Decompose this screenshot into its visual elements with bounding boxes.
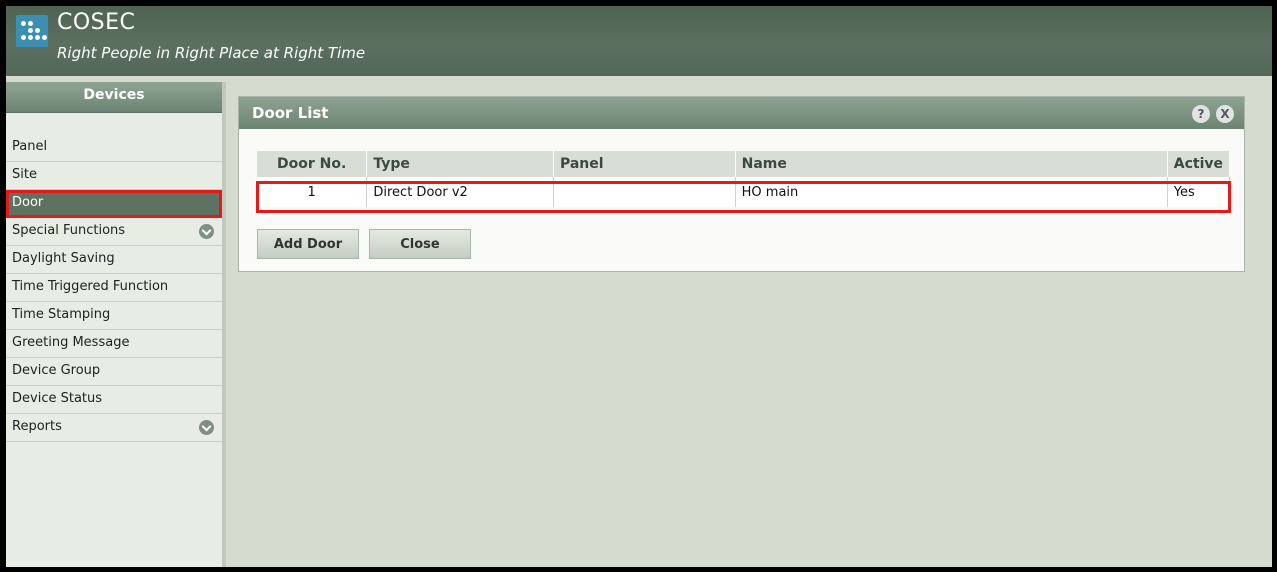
close-button[interactable]: Close <box>369 229 471 259</box>
table-header-row: Door No. Type Panel Name Active <box>257 151 1231 177</box>
sidebar-item-door[interactable]: Door <box>6 190 222 218</box>
sidebar-item-label: Greeting Message <box>12 335 130 350</box>
sidebar-item-label: Special Functions <box>12 223 126 238</box>
chevron-down-icon[interactable] <box>199 224 214 239</box>
add-door-button[interactable]: Add Door <box>257 229 359 259</box>
help-icon[interactable]: ? <box>1192 105 1210 123</box>
column-header-panel[interactable]: Panel <box>553 151 736 177</box>
sidebar-item-label: Reports <box>12 419 62 434</box>
sidebar-item-greeting-message[interactable]: Greeting Message <box>6 330 222 358</box>
cell-type: Direct Door v2 <box>366 177 554 207</box>
app-header: COSEC Right People in Right Place at Rig… <box>6 6 1272 76</box>
sidebar-item-special-functions[interactable]: Special Functions <box>6 218 222 246</box>
column-header-active[interactable]: Active <box>1167 151 1231 177</box>
cell-door-no: 1 <box>257 177 368 207</box>
sidebar-item-device-status[interactable]: Device Status <box>6 386 222 414</box>
sidebar-item-label: Daylight Saving <box>12 251 115 266</box>
cell-name: HO main <box>735 177 1168 207</box>
door-list-panel: Door List ? X Door No. Type Panel Name A… <box>238 96 1245 272</box>
close-icon[interactable]: X <box>1216 105 1234 123</box>
sidebar-item-reports[interactable]: Reports <box>6 414 222 442</box>
cell-panel <box>553 177 736 207</box>
app-title: COSEC <box>57 10 136 35</box>
column-header-name[interactable]: Name <box>735 151 1168 177</box>
table-row[interactable]: 1 Direct Door v2 HO main Yes <box>257 177 1231 207</box>
sidebar-item-time-stamping[interactable]: Time Stamping <box>6 302 222 330</box>
cosec-logo-icon <box>16 15 48 47</box>
panel-title: Door List <box>239 97 1244 129</box>
column-header-door-no[interactable]: Door No. <box>257 151 368 177</box>
cell-active: Yes <box>1167 177 1231 207</box>
sidebar-item-label: Time Stamping <box>12 307 111 322</box>
sidebar-item-daylight-saving[interactable]: Daylight Saving <box>6 246 222 274</box>
app-tagline: Right People in Right Place at Right Tim… <box>57 44 366 62</box>
sidebar-item-site[interactable]: Site <box>6 162 222 190</box>
sidebar-item-label: Panel <box>12 139 48 154</box>
sidebar-item-time-triggered-function[interactable]: Time Triggered Function <box>6 274 222 302</box>
sidebar-item-device-group[interactable]: Device Group <box>6 358 222 386</box>
sidebar-item-panel[interactable]: Panel <box>6 134 222 162</box>
sidebar-item-label: Site <box>12 167 37 182</box>
sidebar-item-label: Time Triggered Function <box>12 279 169 294</box>
sidebar-title: Devices <box>6 82 222 113</box>
sidebar-menu: Panel Site Door Special Functions Daylig… <box>6 134 222 442</box>
door-table: Door No. Type Panel Name Active 1 Direct… <box>257 151 1231 207</box>
sidebar-item-label: Device Group <box>12 363 101 378</box>
column-header-type[interactable]: Type <box>366 151 554 177</box>
sidebar-item-label: Device Status <box>12 391 103 406</box>
chevron-down-icon[interactable] <box>199 420 214 435</box>
sidebar: Devices Panel Site Door Special Function… <box>6 82 226 567</box>
sidebar-item-label: Door <box>12 195 44 210</box>
app-frame: COSEC Right People in Right Place at Rig… <box>6 6 1272 567</box>
